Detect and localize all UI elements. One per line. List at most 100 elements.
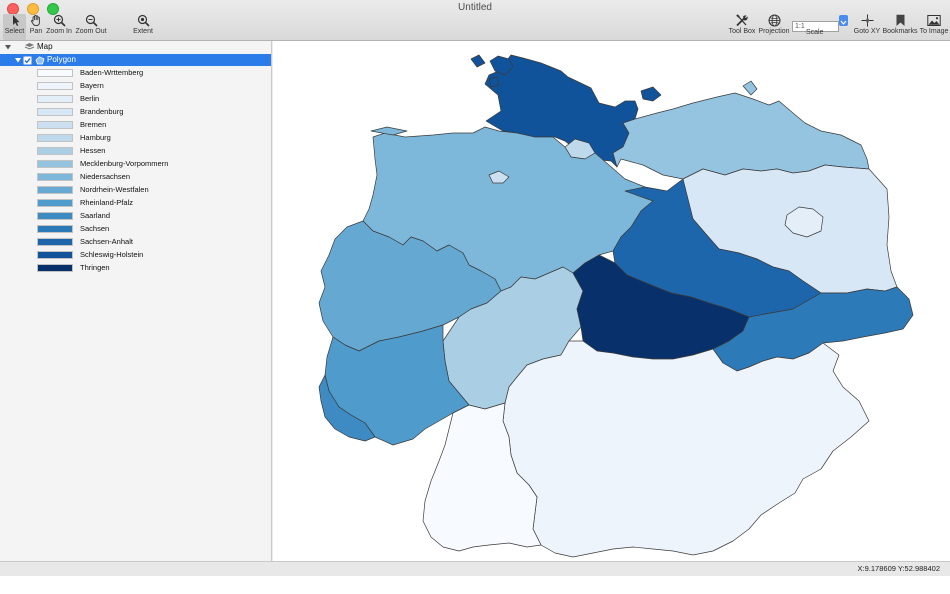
legend-item: Niedersachsen: [0, 171, 271, 183]
pan-tool-button[interactable]: Pan: [27, 14, 45, 40]
tree-row-map[interactable]: Map: [0, 41, 271, 53]
zoom-in-icon: [53, 14, 66, 27]
scale-label: Scale: [806, 29, 824, 36]
legend-item: Berlin: [0, 93, 271, 105]
state-bayern[interactable]: [502, 340, 870, 558]
legend-item: Nordrhein-Westfalen: [0, 184, 271, 196]
goto-xy-button[interactable]: Goto XY: [853, 14, 881, 40]
magnifier-icon: [137, 14, 150, 27]
scale-combo[interactable]: [792, 15, 848, 32]
legend-color-swatch: [37, 212, 73, 220]
germany-choropleth-map[interactable]: [273, 41, 950, 561]
legend-color-swatch: [37, 147, 73, 155]
legend-item: Bayern: [0, 80, 271, 92]
projection-label: Projection: [758, 28, 790, 35]
island-shape: [470, 54, 486, 68]
legend-color-swatch: [37, 238, 73, 246]
select-tool-label: Select: [4, 28, 25, 35]
legend-color-swatch: [37, 82, 73, 90]
legend-color-swatch: [37, 251, 73, 259]
disclosure-triangle-icon[interactable]: [14, 56, 22, 64]
tool-box-button[interactable]: Tool Box: [728, 14, 756, 40]
window-title: Untitled: [458, 2, 492, 13]
layers-panel: Map Polygon Baden-Wrttemberg Bayern Berlin…: [0, 41, 272, 561]
legend-color-swatch: [37, 199, 73, 207]
legend-label: Mecklenburg-Vorpommern: [80, 159, 169, 168]
legend-color-swatch: [37, 108, 73, 116]
scale-dropdown-button[interactable]: [839, 15, 848, 26]
legend-label: Sachsen: [80, 224, 110, 233]
image-icon: [927, 15, 941, 26]
map-layer-icon: [24, 43, 35, 50]
tool-box-label: Tool Box: [728, 28, 756, 35]
legend-color-swatch: [37, 121, 73, 129]
legend-item: Bremen: [0, 119, 271, 131]
legend-label: Bremen: [80, 120, 107, 129]
legend-label: Nordrhein-Westfalen: [80, 185, 149, 194]
title-bar: Untitled Select Pan Zoom In Zoom Out Ext…: [0, 0, 950, 41]
legend-item: Rheinland-Pfalz: [0, 197, 271, 209]
island-shape: [488, 76, 500, 88]
pan-tool-label: Pan: [29, 28, 43, 35]
legend-item: Sachsen-Anhalt: [0, 236, 271, 248]
crosshair-icon: [861, 14, 873, 27]
layer-visibility-checkbox[interactable]: [23, 55, 32, 65]
island-shape: [742, 80, 758, 96]
legend-label: Niedersachsen: [80, 172, 131, 181]
legend-color-swatch: [37, 225, 73, 233]
hand-icon: [31, 14, 40, 26]
zoom-out-tool-button[interactable]: Zoom Out: [75, 14, 107, 40]
legend-item: Hamburg: [0, 132, 271, 144]
legend-item: Schleswig-Holstein: [0, 249, 271, 261]
to-image-label: To Image: [919, 28, 949, 35]
legend-item: Thringen: [0, 262, 271, 274]
select-tool-button[interactable]: Select: [3, 14, 26, 40]
tree-label-polygon: Polygon: [47, 55, 76, 64]
cursor-coordinates: X:9.178609 Y:52.988402: [857, 564, 940, 573]
projection-button[interactable]: Projection: [758, 14, 790, 40]
legend-label: Baden-Wrttemberg: [80, 68, 144, 77]
polygon-layer-icon: [35, 55, 45, 64]
legend-color-swatch: [37, 95, 73, 103]
legend-label: Hamburg: [80, 133, 111, 142]
zoom-in-tool-label: Zoom In: [46, 28, 72, 35]
legend-label: Rheinland-Pfalz: [80, 198, 133, 207]
zoom-out-icon: [85, 14, 98, 27]
legend-color-swatch: [37, 173, 73, 181]
legend-item: Baden-Wrttemberg: [0, 67, 271, 79]
goto-xy-label: Goto XY: [853, 28, 881, 35]
legend-label: Brandenburg: [80, 107, 124, 116]
chevron-down-icon: [840, 20, 847, 25]
to-image-button[interactable]: To Image: [919, 14, 949, 40]
legend-label: Saarland: [80, 211, 111, 220]
app-window: Untitled Select Pan Zoom In Zoom Out Ext…: [0, 0, 950, 576]
disclosure-triangle-icon[interactable]: [4, 43, 12, 51]
bookmarks-label: Bookmarks: [882, 28, 918, 35]
extent-tool-button[interactable]: Extent: [130, 14, 156, 40]
tree-row-polygon[interactable]: Polygon: [0, 54, 271, 66]
tools-icon: [736, 14, 748, 27]
legend-label: Schleswig-Holstein: [80, 250, 144, 259]
legend-item: Mecklenburg-Vorpommern: [0, 158, 271, 170]
legend-item: Saarland: [0, 210, 271, 222]
island-shape: [370, 126, 408, 136]
legend-item: Hessen: [0, 145, 271, 157]
map-canvas[interactable]: [273, 41, 950, 561]
bookmark-icon: [896, 14, 904, 26]
legend-color-swatch: [37, 69, 73, 77]
zoom-out-tool-label: Zoom Out: [75, 28, 107, 35]
legend-color-swatch: [37, 160, 73, 168]
zoom-in-tool-button[interactable]: Zoom In: [46, 14, 72, 40]
legend-color-swatch: [37, 134, 73, 142]
legend-label: Bayern: [80, 81, 104, 90]
legend-label: Berlin: [80, 94, 100, 103]
legend-label: Thringen: [80, 263, 110, 272]
arrow-pointer-icon: [12, 15, 19, 26]
legend-item: Brandenburg: [0, 106, 271, 118]
bookmarks-button[interactable]: Bookmarks: [882, 14, 918, 40]
status-bar: X:9.178609 Y:52.988402: [0, 561, 950, 576]
legend-color-swatch: [37, 264, 73, 272]
legend-label: Sachsen-Anhalt: [80, 237, 133, 246]
extent-tool-label: Extent: [133, 28, 153, 35]
legend-color-swatch: [37, 186, 73, 194]
